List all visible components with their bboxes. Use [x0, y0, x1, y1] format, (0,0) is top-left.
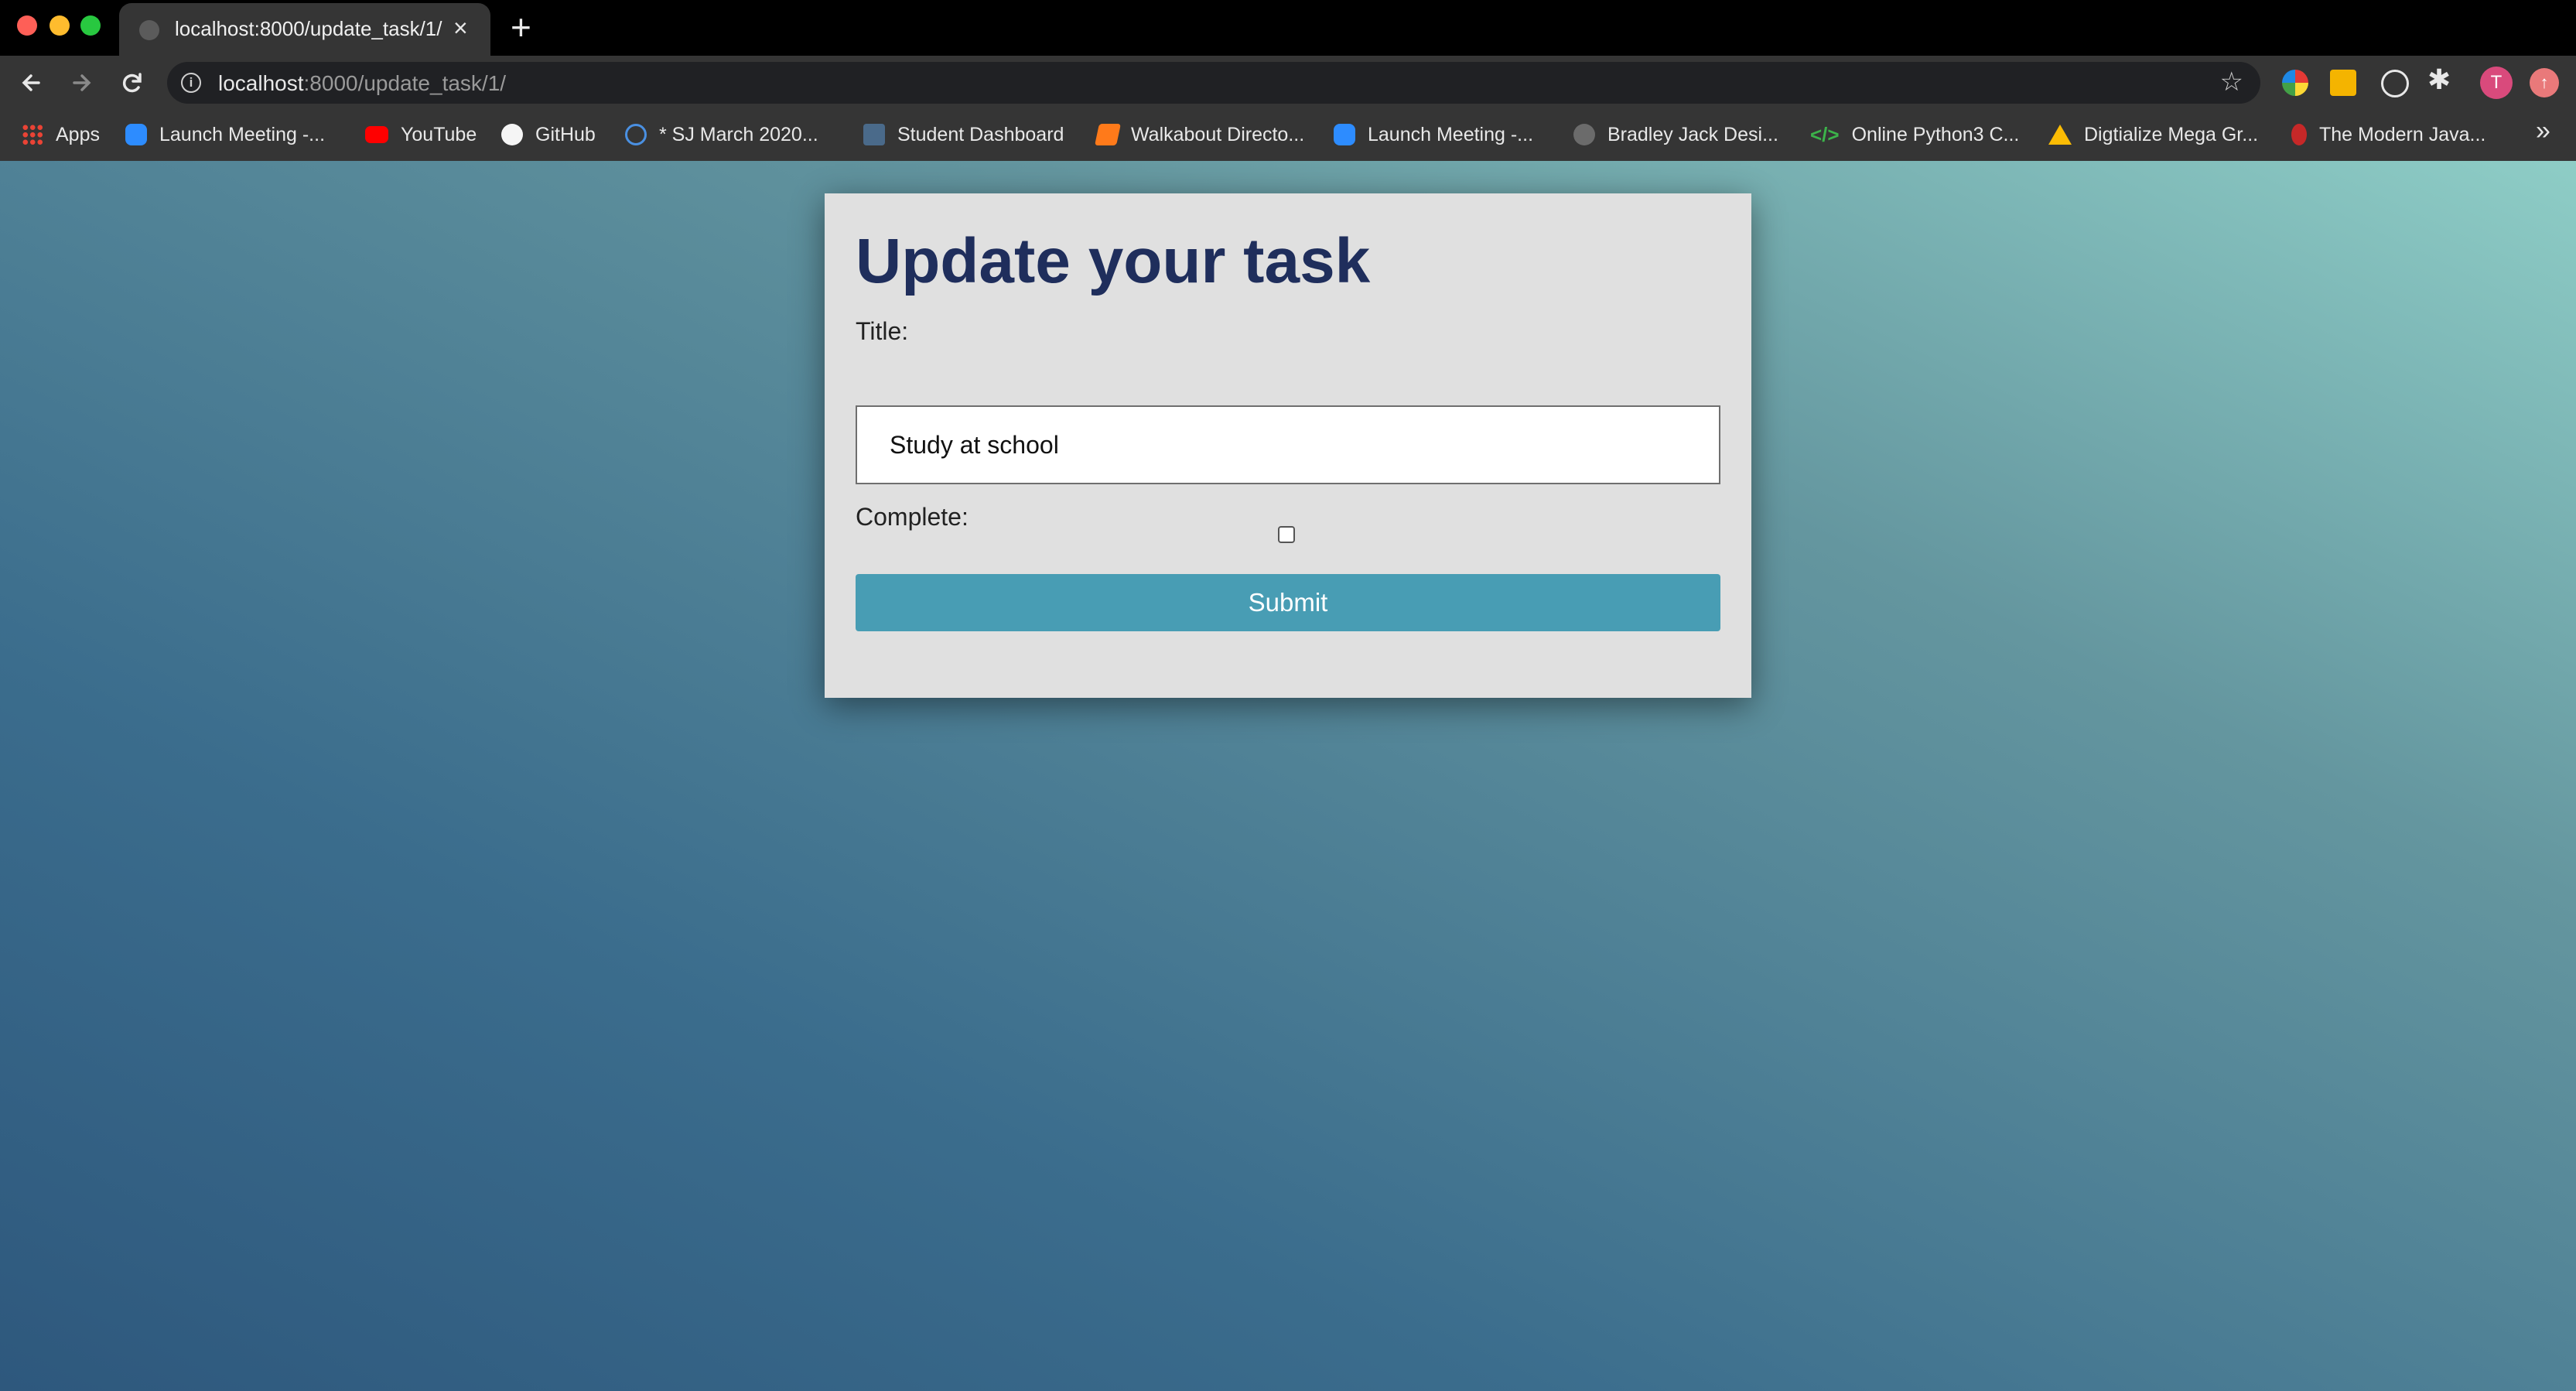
tab-strip: localhost:8000/update_task/1/ × +	[0, 0, 2576, 56]
bookmark-launch-meeting-1[interactable]: Launch Meeting -...	[125, 119, 325, 150]
bookmark-label: * SJ March 2020...	[659, 123, 818, 145]
bookmark-apps[interactable]: Apps	[22, 119, 100, 150]
extensions-puzzle-icon[interactable]: ✱	[2427, 63, 2458, 95]
figure-icon	[1573, 124, 1595, 145]
bookmark-label: Apps	[56, 123, 100, 145]
bookmark-label: Digtialize Mega Gr...	[2084, 123, 2259, 145]
update-task-card: Update your task Title: Complete: Submit	[825, 193, 1751, 698]
info-icon[interactable]: i	[181, 73, 201, 93]
bookmark-star-icon[interactable]: ☆	[2220, 67, 2243, 97]
bookmark-bradley-jack[interactable]: Bradley Jack Desi...	[1573, 119, 1778, 150]
back-arrow-icon	[22, 74, 40, 91]
url-path: :8000/update_task/1/	[303, 71, 507, 95]
forward-arrow-icon	[73, 74, 91, 91]
bookmark-label: Launch Meeting -...	[1368, 123, 1534, 145]
code-icon: </>	[1810, 122, 1840, 146]
close-tab-icon[interactable]: ×	[453, 12, 468, 43]
bookmark-walkabout[interactable]: Walkabout Directo...	[1095, 119, 1305, 150]
title-input[interactable]	[856, 405, 1720, 484]
figure-red-icon	[2291, 124, 2307, 145]
reload-button[interactable]	[113, 63, 152, 102]
url-text: localhost:8000/update_task/1/	[218, 71, 506, 96]
page-title: Update your task	[856, 226, 1371, 296]
youtube-icon	[365, 126, 388, 143]
dashboard-icon	[863, 124, 885, 145]
close-window-button[interactable]	[17, 15, 37, 36]
back-button[interactable]	[12, 63, 51, 102]
profile-avatar[interactable]: T	[2480, 67, 2513, 99]
globe-icon	[139, 20, 159, 40]
notes-extension-icon[interactable]	[2330, 70, 2356, 96]
circle-extension-icon[interactable]	[2381, 70, 2409, 97]
google-drive-icon	[2048, 125, 2072, 145]
circle-refresh-icon	[625, 124, 647, 145]
bookmark-student-dashboard[interactable]: Student Dashboard	[863, 119, 1064, 150]
bookmark-label: Online Python3 C...	[1851, 123, 2020, 145]
address-bar[interactable]: i localhost:8000/update_task/1/ ☆	[167, 62, 2260, 104]
walkabout-icon	[1095, 124, 1121, 145]
bookmark-label: The Modern Java...	[2319, 123, 2486, 145]
update-icon[interactable]: ↑	[2530, 68, 2559, 97]
bookmark-label: GitHub	[535, 123, 596, 145]
browser-toolbar: i localhost:8000/update_task/1/ ☆ ✱ T ↑	[0, 56, 2576, 110]
bookmark-online-python[interactable]: </> Online Python3 C...	[1810, 119, 2019, 150]
github-icon	[501, 124, 523, 145]
bookmark-label: Bradley Jack Desi...	[1607, 123, 1778, 145]
zoom-icon	[1334, 124, 1355, 145]
bookmark-label: Launch Meeting -...	[159, 123, 326, 145]
maximize-window-button[interactable]	[80, 15, 101, 36]
color-picker-extension-icon[interactable]	[2282, 70, 2308, 96]
url-host: localhost	[218, 71, 304, 95]
title-label: Title:	[856, 317, 909, 345]
reload-icon	[122, 73, 142, 93]
more-bookmarks-icon[interactable]: »	[2536, 116, 2550, 146]
bookmark-launch-meeting-2[interactable]: Launch Meeting -...	[1334, 119, 1533, 150]
complete-checkbox[interactable]	[1278, 526, 1295, 543]
bookmark-digtialize[interactable]: Digtialize Mega Gr...	[2048, 119, 2258, 150]
new-tab-icon[interactable]: +	[511, 8, 531, 46]
active-tab[interactable]: localhost:8000/update_task/1/ ×	[119, 3, 490, 56]
complete-label: Complete:	[856, 503, 969, 531]
forward-button[interactable]	[62, 63, 101, 102]
page-content: Update your task Title: Complete: Submit	[0, 161, 2576, 1391]
bookmark-sj-march[interactable]: * SJ March 2020...	[625, 119, 818, 150]
bookmark-label: YouTube	[401, 123, 477, 145]
browser-window: localhost:8000/update_task/1/ × + i loca…	[0, 0, 2576, 1391]
apps-grid-icon	[22, 124, 43, 145]
minimize-window-button[interactable]	[50, 15, 70, 36]
bookmark-youtube[interactable]: YouTube	[365, 119, 477, 150]
bookmarks-bar: Apps Launch Meeting -... YouTube GitHub …	[0, 110, 2576, 161]
bookmark-modern-java[interactable]: The Modern Java...	[2291, 119, 2485, 150]
bookmark-label: Student Dashboard	[897, 123, 1064, 145]
tab-title: localhost:8000/update_task/1/	[175, 17, 442, 40]
zoom-icon	[125, 124, 147, 145]
bookmark-label: Walkabout Directo...	[1131, 123, 1305, 145]
submit-button[interactable]: Submit	[856, 574, 1720, 631]
bookmark-github[interactable]: GitHub	[501, 119, 596, 150]
